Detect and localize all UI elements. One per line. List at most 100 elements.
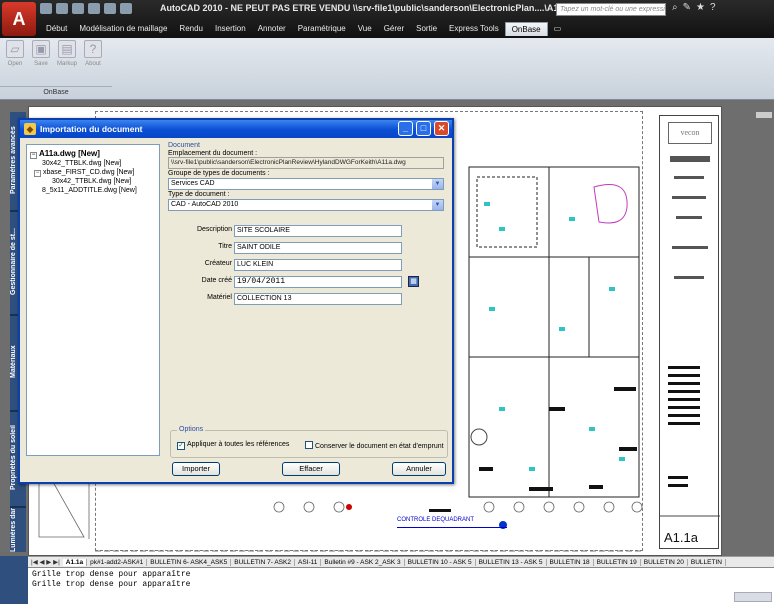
- layout-tabs: |◀ ◀ ▶ ▶| A1.1a pk#1-add2-ASK#1 BULLETIN…: [28, 556, 774, 567]
- apply-all-checkbox[interactable]: ✓ Appliquer à toutes les références: [177, 441, 289, 450]
- calendar-icon[interactable]: ▦: [408, 276, 419, 287]
- question-icon: ?: [84, 40, 102, 58]
- tree-item[interactable]: 30x42_TTBLK.dwg [New]: [30, 177, 156, 186]
- communication-icon[interactable]: ✎: [683, 2, 691, 13]
- plan-annotation-label: CONTROLE DEQUADRANT: [397, 517, 507, 528]
- plot-icon[interactable]: [120, 3, 132, 14]
- description-input[interactable]: SITE SCOLAIRE: [234, 225, 402, 237]
- new-icon[interactable]: [40, 3, 52, 14]
- redo-icon[interactable]: [104, 3, 116, 14]
- command-line[interactable]: Grille trop dense pour apparaître Grille…: [28, 567, 774, 604]
- markup-icon: ▤: [58, 40, 76, 58]
- layout-tab[interactable]: BULLETIN 10 - ASK 5: [405, 558, 476, 566]
- folder-icon: ▱: [6, 40, 24, 58]
- cancel-button[interactable]: Annuler: [392, 462, 446, 476]
- search-input[interactable]: Tapez un mot-clé ou une expression: [556, 3, 666, 16]
- date-input[interactable]: 19/04/2011: [234, 276, 402, 288]
- tab-sortie[interactable]: Sortie: [410, 22, 443, 36]
- layout-nav-arrows-icon[interactable]: |◀ ◀ ▶ ▶|: [28, 558, 63, 566]
- checkbox-unchecked-icon[interactable]: [305, 441, 313, 449]
- layout-tab[interactable]: A1.1a: [62, 558, 88, 566]
- tree-item[interactable]: − xbase_FIRST_CD.dwg [New]: [30, 168, 156, 177]
- tab-onbase[interactable]: OnBase: [504, 22, 548, 36]
- ribbon-panel: ▱ Open ▣ Save ▤ Markup ? About OnBase: [0, 38, 774, 100]
- star-icon[interactable]: ★: [696, 2, 705, 13]
- ribbon-panel-label: OnBase: [0, 86, 112, 96]
- open-icon[interactable]: [56, 3, 68, 14]
- document-tree[interactable]: − A11a.dwg [New] 30x42_TTBLK.dwg [New] − x…: [26, 144, 160, 456]
- disk-icon: ▣: [32, 40, 50, 58]
- import-document-dialog: Importation du document ◆ _ □ ✕ − A11a.dw…: [18, 118, 454, 484]
- material-input[interactable]: COLLECTION 13: [234, 293, 402, 305]
- command-history-line: Grille trop dense pour apparaître: [32, 570, 191, 579]
- application-menu-button[interactable]: A: [2, 2, 36, 36]
- layout-tab[interactable]: BULLETIN 7- ASK2: [231, 558, 295, 566]
- layout-tab[interactable]: ASI-11: [295, 558, 322, 566]
- tab-insertion[interactable]: Insertion: [209, 22, 252, 36]
- material-row: Matériel COLLECTION 13: [168, 293, 448, 306]
- open-button[interactable]: ▱ Open: [4, 40, 26, 67]
- checkbox-checked-icon[interactable]: ✓: [177, 442, 185, 450]
- command-scrollbar[interactable]: [734, 592, 772, 602]
- document-group-select[interactable]: Services CAD ▼: [168, 178, 444, 190]
- keep-checked-out-checkbox[interactable]: Conserver le document en état d'emprunt: [305, 441, 444, 450]
- title-block: vecon A1.1a: [659, 115, 720, 549]
- tree-item[interactable]: 8_5x11_ADDTITLE.dwg [New]: [30, 186, 156, 195]
- layout-tab[interactable]: Bulletin #9 - ASK 2_ASK 3: [321, 558, 405, 566]
- tab-express-tools[interactable]: Express Tools: [443, 22, 505, 36]
- close-button[interactable]: ✕: [434, 121, 449, 136]
- tab-vue[interactable]: Vue: [352, 22, 378, 36]
- layout-tab[interactable]: BULLETIN 18: [547, 558, 594, 566]
- about-button[interactable]: ? About: [82, 40, 104, 67]
- clear-button[interactable]: Effacer: [282, 462, 340, 476]
- layout-tab[interactable]: BULLETIN 6- ASK4_ASK5: [147, 558, 232, 566]
- document-type-select[interactable]: CAD - AutoCAD 2010 ▼: [168, 199, 444, 211]
- tab-rendu[interactable]: Rendu: [173, 22, 209, 36]
- material-label: Matériel: [207, 294, 232, 301]
- palette-footer: [0, 556, 28, 604]
- group-label: Groupe de types de documents :: [168, 170, 270, 177]
- document-form: Document Emplacement du document : \\srv…: [168, 142, 448, 311]
- viewport-control-icon[interactable]: [756, 112, 772, 118]
- type-label: Type de document :: [168, 191, 230, 198]
- date-row: Date créé 19/04/2011 ▦: [168, 276, 448, 289]
- tab-debut[interactable]: Début: [40, 22, 73, 36]
- tab-modelisation[interactable]: Modélisation de maillage: [73, 22, 173, 36]
- undo-icon[interactable]: [88, 3, 100, 14]
- chevron-down-icon[interactable]: ▼: [432, 200, 443, 210]
- help-icon[interactable]: ?: [710, 2, 716, 13]
- chevron-down-icon[interactable]: ▼: [432, 179, 443, 189]
- palette-tab-lights[interactable]: Lumières dans le ...: [10, 508, 26, 552]
- creator-row: Créateur LUC KLEIN: [168, 259, 448, 272]
- options-legend: Options: [177, 426, 206, 433]
- markup-button[interactable]: ▤ Markup: [56, 40, 78, 67]
- tab-gerer[interactable]: Gérer: [378, 22, 410, 36]
- tree-item-root[interactable]: − A11a.dwg [New]: [30, 149, 156, 159]
- layout-tab[interactable]: BULLETIN: [688, 558, 726, 566]
- title-row: Titre SAINT ODILE: [168, 242, 448, 255]
- onbase-group: ▱ Open ▣ Save ▤ Markup ? About: [4, 40, 104, 67]
- ribbon-minimize-icon[interactable]: ▭: [548, 22, 568, 36]
- date-label: Date créé: [201, 277, 232, 284]
- title-block-details: [660, 156, 720, 517]
- tab-annoter[interactable]: Annoter: [252, 22, 292, 36]
- layout-tab[interactable]: BULLETIN 20: [641, 558, 688, 566]
- maximize-button[interactable]: □: [416, 121, 431, 136]
- collapse-icon[interactable]: −: [34, 170, 41, 177]
- tree-item[interactable]: 30x42_TTBLK.dwg [New]: [30, 159, 156, 168]
- save-icon[interactable]: [72, 3, 84, 14]
- metadata-fields: Description SITE SCOLAIRE Titre SAINT OD…: [168, 211, 448, 311]
- binoculars-icon[interactable]: ⌕: [672, 2, 678, 13]
- tab-parametrique[interactable]: Paramétrique: [292, 22, 352, 36]
- import-button[interactable]: Importer: [172, 462, 220, 476]
- save-button[interactable]: ▣ Save: [30, 40, 52, 67]
- minimize-button[interactable]: _: [398, 121, 413, 136]
- title-label: Titre: [218, 243, 232, 250]
- layout-tab[interactable]: pk#1-add2-ASK#1: [87, 558, 148, 566]
- collapse-icon[interactable]: −: [30, 152, 37, 159]
- creator-label: Créateur: [204, 260, 232, 267]
- title-input[interactable]: SAINT ODILE: [234, 242, 402, 254]
- layout-tab[interactable]: BULLETIN 19: [594, 558, 641, 566]
- creator-input[interactable]: LUC KLEIN: [234, 259, 402, 271]
- layout-tab[interactable]: BULLETIN 13 - ASK 5: [476, 558, 547, 566]
